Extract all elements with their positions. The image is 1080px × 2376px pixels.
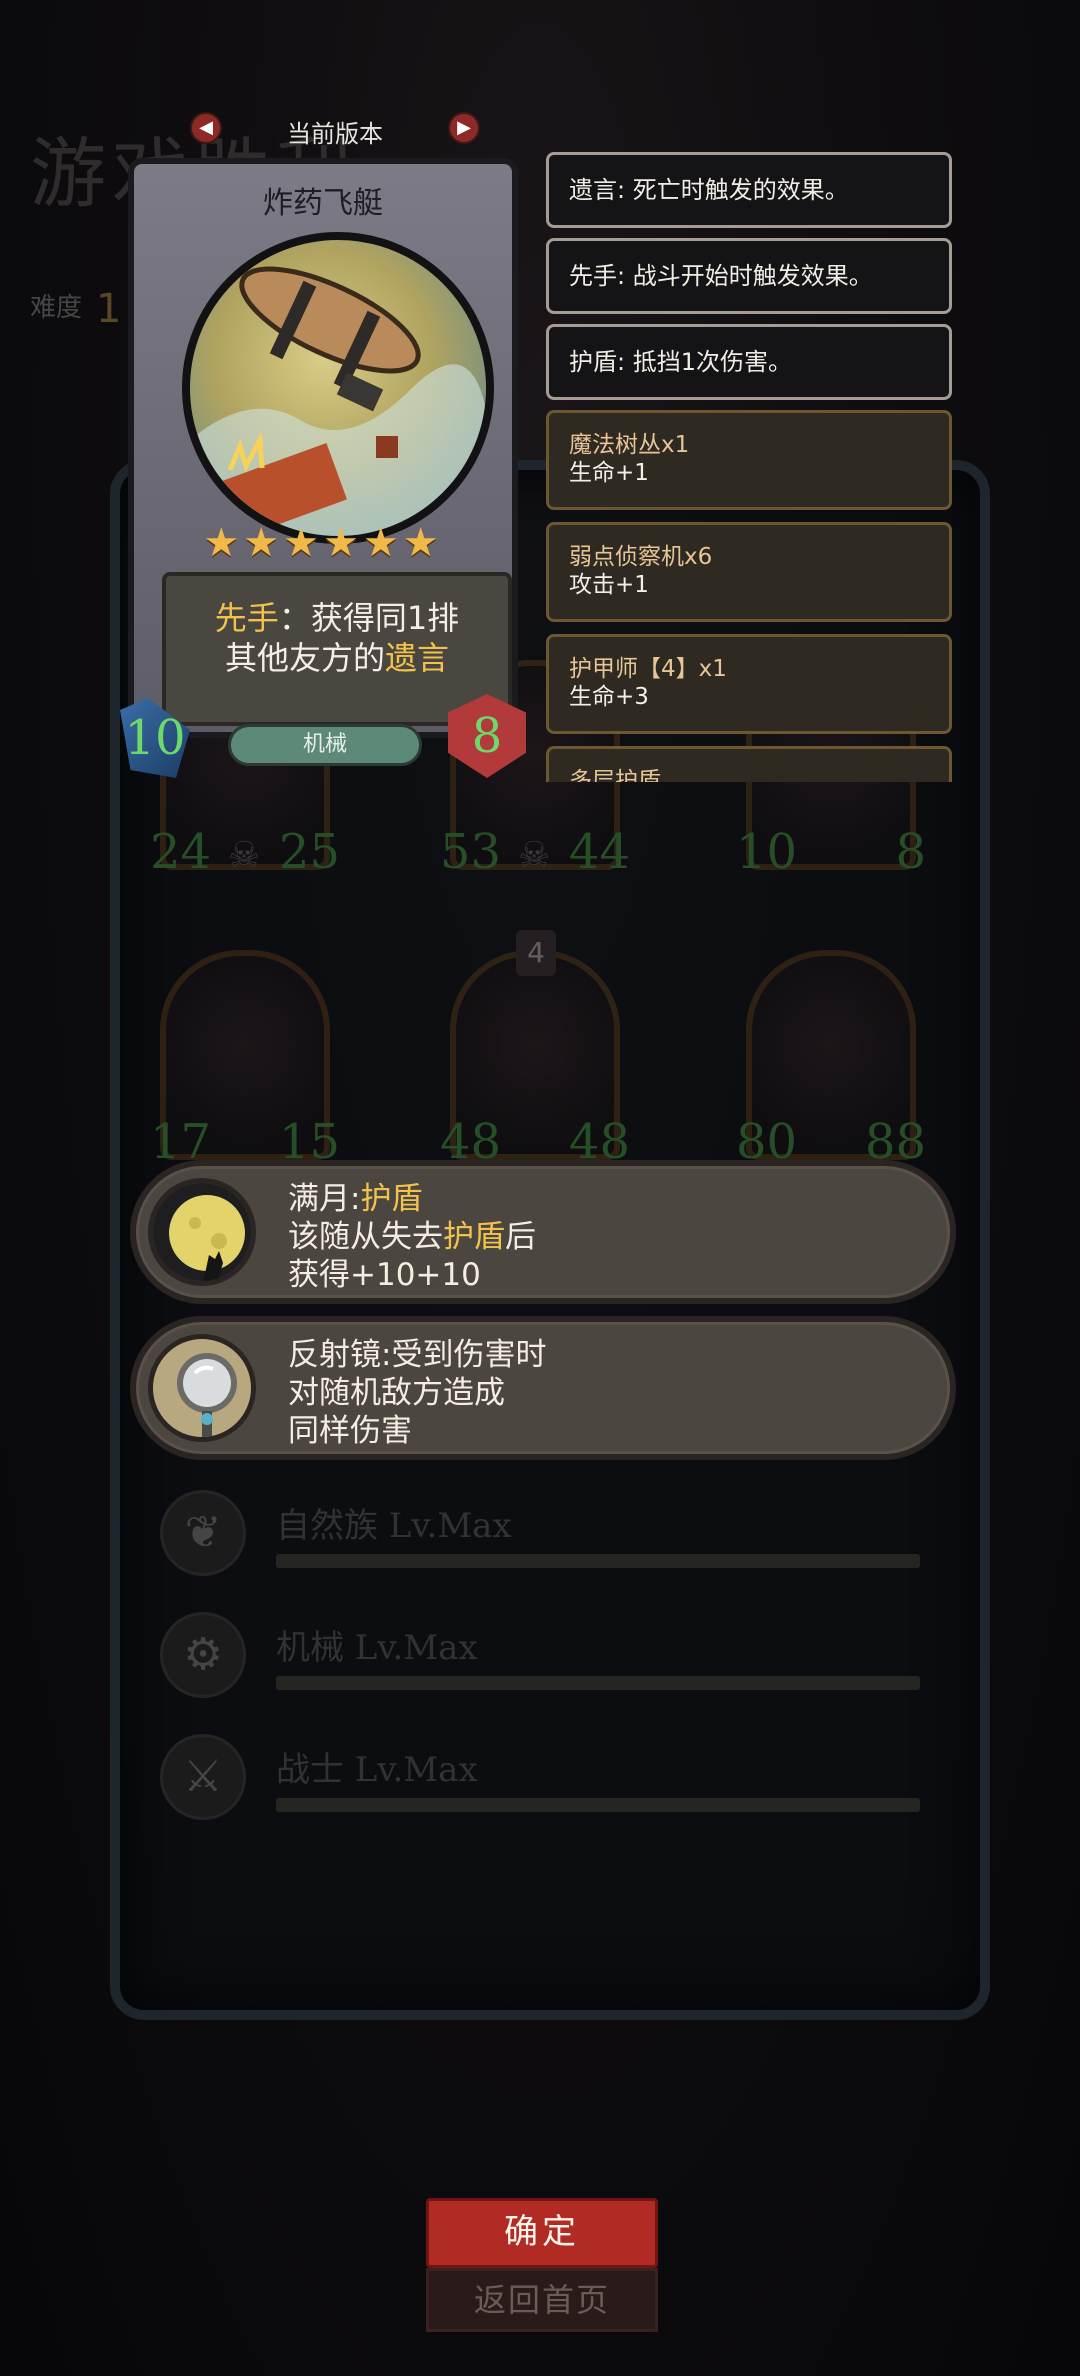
card-text: ：获得同1排 [278, 599, 460, 637]
buff-entry: 魔法树丛x1 生命+1 [546, 410, 952, 510]
version-label: 当前版本 [287, 120, 383, 148]
next-version-button[interactable]: ▶ [448, 112, 480, 144]
buff-entry: 多层护盾 [546, 746, 952, 782]
card-frame: 炸药飞艇 ★★★★★★ 先手：获得同1排 其他友方的遗言 [128, 158, 518, 738]
keyword-first-strike: 先手: 战斗开始时触发效果。 [546, 238, 952, 314]
keyword-panel[interactable]: 遗言: 死亡时触发的效果。 先手: 战斗开始时触发效果。 护盾: 抵挡1次伤害。… [546, 152, 954, 782]
keyword-highlight: 遗言 [385, 639, 450, 677]
full-moon-icon [148, 1178, 256, 1286]
buff-stat: 生命+1 [569, 460, 649, 486]
buff-stat: 生命+3 [569, 684, 649, 710]
buff-name: 弱点侦察机x6 [569, 544, 713, 570]
star-rating: ★★★★★★ [203, 520, 443, 566]
minion-card-detail: 炸药飞艇 ★★★★★★ 先手：获得同1排 其他友方的遗言 10 机械 8 [120, 158, 526, 788]
buff-name: 多层护盾 [569, 768, 661, 782]
keyword-shield: 护盾: 抵挡1次伤害。 [546, 324, 952, 400]
relic-text: 后 [505, 1219, 536, 1255]
relic-description: 反射镜:受到伤害时 对随机敌方造成 同样伤害 [288, 1336, 546, 1450]
buff-entry: 护甲师【4】x1 生命+3 [546, 634, 952, 734]
buff-entry: 弱点侦察机x6 攻击+1 [546, 522, 952, 622]
card-artwork [182, 232, 494, 544]
confirm-button[interactable]: 确定 [426, 2198, 658, 2268]
keyword-highlight: 护盾 [443, 1219, 505, 1255]
relic-text: 获得+10+10 [288, 1257, 481, 1293]
keyword-highlight: 先手 [214, 599, 279, 637]
relic-text: 该随从失去 [288, 1219, 443, 1255]
keyword-deathrattle: 遗言: 死亡时触发的效果。 [546, 152, 952, 228]
keyword-highlight: 护盾 [360, 1181, 423, 1217]
relic-text: 对随机敌方造成 [288, 1375, 505, 1411]
buff-stat: 攻击+1 [569, 572, 649, 598]
buff-name: 魔法树丛x1 [569, 432, 690, 458]
buff-name: 护甲师【4】x1 [569, 656, 727, 682]
card-tribe-tag: 机械 [228, 724, 422, 766]
mirror-icon [148, 1334, 256, 1442]
card-text: 其他友方的 [224, 639, 385, 677]
card-description: 先手：获得同1排 其他友方的遗言 [162, 572, 512, 726]
relic-description: 满月:护盾 该随从失去护盾后 获得+10+10 [288, 1180, 536, 1294]
return-home-button[interactable]: 返回首页 [426, 2268, 658, 2332]
relic-mirror[interactable]: 反射镜:受到伤害时 对随机敌方造成 同样伤害 [130, 1316, 956, 1460]
card-name: 炸药飞艇 [263, 186, 383, 221]
version-selector: ◀ 当前版本 ▶ [190, 110, 480, 150]
relic-text: 同样伤害 [288, 1413, 412, 1449]
relic-name: 反射镜:受到伤害时 [288, 1337, 547, 1373]
relic-full-moon[interactable]: 满月:护盾 该随从失去护盾后 获得+10+10 [130, 1160, 956, 1304]
relic-name: 满月: [288, 1181, 361, 1217]
